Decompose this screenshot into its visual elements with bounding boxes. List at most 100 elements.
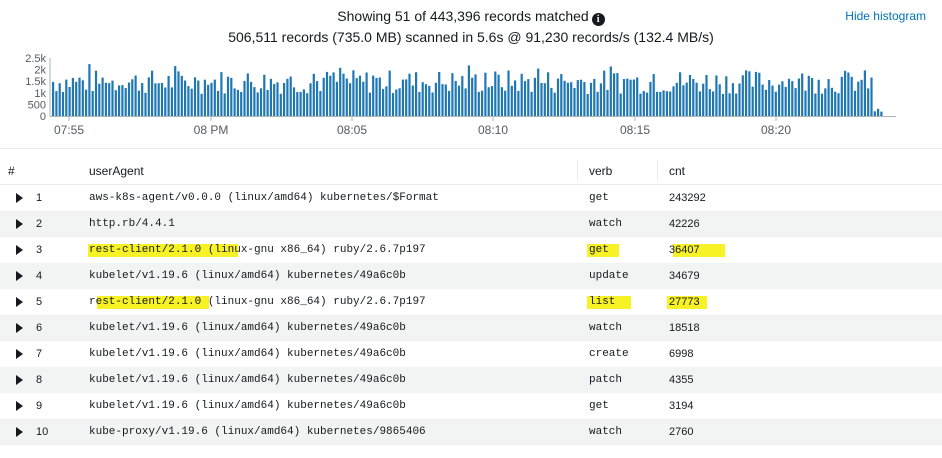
histogram-bar[interactable] [345, 78, 348, 117]
histogram-bar[interactable] [609, 66, 612, 117]
histogram-bar[interactable] [382, 89, 385, 116]
expand-row-icon[interactable] [16, 193, 23, 203]
histogram-bar[interactable] [560, 74, 563, 116]
histogram-bar[interactable] [517, 90, 520, 116]
histogram-bar[interactable] [85, 89, 88, 116]
expand-row-icon[interactable] [16, 323, 23, 333]
histogram-bar[interactable] [438, 72, 441, 116]
histogram-bar[interactable] [124, 88, 127, 116]
expand-row-icon[interactable] [16, 349, 23, 359]
histogram-bar[interactable] [256, 92, 259, 116]
histogram-bar[interactable] [81, 80, 84, 116]
histogram-bar[interactable] [768, 80, 771, 116]
histogram-bar[interactable] [325, 71, 329, 116]
histogram-bar[interactable] [91, 91, 94, 116]
table-row[interactable]: 9 kubelet/v1.19.6 (linux/amd64) kubernete… [0, 393, 942, 419]
expand-row-icon[interactable] [16, 271, 23, 281]
hide-histogram-link[interactable]: Hide histogram [845, 9, 926, 23]
histogram-bar[interactable] [441, 84, 444, 116]
histogram-bar[interactable] [431, 92, 434, 117]
histogram-bar[interactable] [111, 80, 114, 116]
histogram-bar[interactable] [378, 77, 381, 117]
histogram-bar[interactable] [355, 78, 358, 116]
histogram-bar[interactable] [213, 79, 216, 116]
histogram-bar[interactable] [203, 79, 206, 116]
histogram-bar[interactable] [388, 70, 391, 116]
histogram-bar[interactable] [75, 81, 78, 116]
histogram-bar[interactable] [764, 89, 767, 116]
histogram-bar[interactable] [629, 79, 632, 116]
histogram-bar[interactable] [774, 91, 777, 116]
histogram-bar[interactable] [78, 77, 81, 116]
histogram-bar[interactable] [177, 71, 180, 116]
histogram-bar[interactable] [801, 73, 804, 117]
histogram-bar[interactable] [197, 80, 200, 117]
histogram-bar[interactable] [299, 91, 302, 116]
histogram-bar[interactable] [794, 88, 797, 116]
histogram-bar[interactable] [405, 79, 408, 116]
histogram-bar[interactable] [200, 93, 203, 116]
histogram-bar[interactable] [797, 78, 800, 117]
histogram-bar[interactable] [622, 79, 626, 116]
histogram-bar[interactable] [599, 83, 602, 116]
histogram-bar[interactable] [583, 82, 586, 116]
histogram-bar[interactable] [844, 70, 847, 116]
histogram-bar[interactable] [127, 82, 131, 117]
header-user-agent[interactable]: userAgent [89, 164, 144, 178]
histogram-bar[interactable] [108, 83, 111, 116]
histogram-bar[interactable] [309, 83, 312, 116]
histogram-bar[interactable] [837, 93, 840, 116]
histogram-bar[interactable] [698, 91, 701, 116]
histogram-bar[interactable] [207, 84, 210, 116]
histogram-bar[interactable] [573, 88, 576, 116]
histogram-bar[interactable] [563, 80, 566, 116]
histogram-bar[interactable] [243, 80, 246, 116]
histogram-bar[interactable] [467, 65, 470, 116]
histogram-bar[interactable] [642, 91, 645, 116]
histogram-bar[interactable] [820, 93, 824, 116]
histogram-bar[interactable] [863, 70, 866, 116]
histogram-bar[interactable] [507, 70, 510, 117]
histogram-bar[interactable] [705, 75, 708, 116]
histogram-bar[interactable] [464, 88, 467, 116]
histogram-bar[interactable] [731, 83, 734, 116]
histogram-bar[interactable] [481, 90, 484, 116]
histogram-bar[interactable] [751, 86, 754, 116]
histogram-bar[interactable] [52, 82, 55, 116]
histogram-bar[interactable] [626, 78, 629, 116]
histogram-bar[interactable] [131, 79, 134, 116]
histogram-bar[interactable] [210, 82, 213, 116]
histogram-bar[interactable] [596, 91, 599, 116]
table-row[interactable]: 2 http.rb/4.4.1 watch 42226 [0, 211, 942, 237]
histogram-bar[interactable] [725, 76, 728, 116]
expand-row-icon[interactable] [16, 401, 23, 411]
histogram-bar[interactable] [349, 83, 352, 116]
histogram-bar[interactable] [269, 78, 272, 116]
histogram-bar[interactable] [233, 88, 236, 116]
histogram-bar[interactable] [659, 92, 662, 116]
histogram-bar[interactable] [616, 73, 619, 116]
header-cnt[interactable]: cnt [669, 164, 685, 178]
histogram-bar[interactable] [692, 79, 695, 116]
histogram-bar[interactable] [547, 72, 550, 116]
histogram-bar[interactable] [850, 76, 853, 116]
histogram-bar[interactable] [652, 74, 655, 116]
histogram-bar[interactable] [332, 72, 335, 116]
histogram-bar[interactable] [665, 91, 668, 116]
histogram-bar[interactable] [428, 85, 431, 116]
histogram-bar[interactable] [741, 75, 744, 116]
table-row[interactable]: 5 rest-client/2.1.0 (linux-gnu x86_64) ru… [0, 289, 942, 315]
histogram-bar[interactable] [104, 82, 107, 116]
histogram-bar[interactable] [335, 81, 338, 116]
histogram-bar[interactable] [461, 76, 464, 116]
histogram-bar[interactable] [164, 87, 167, 117]
histogram-bar[interactable] [94, 70, 98, 116]
histogram-bar[interactable] [457, 85, 461, 116]
histogram-bar[interactable] [365, 72, 368, 117]
histogram-bar[interactable] [352, 70, 355, 116]
info-icon[interactable]: i [591, 13, 605, 26]
histogram-bar[interactable] [236, 89, 239, 116]
histogram-bar[interactable] [533, 77, 536, 116]
histogram-bar[interactable] [137, 90, 140, 116]
histogram-bar[interactable] [745, 70, 748, 116]
